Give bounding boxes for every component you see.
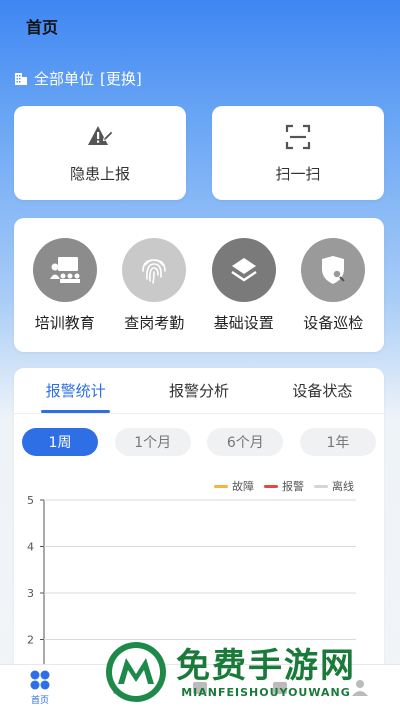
- menu-item-basic-settings[interactable]: 基础设置: [211, 237, 276, 333]
- y-tick-label: 5: [27, 494, 34, 507]
- unit-label: 全部单位: [34, 70, 95, 88]
- menu-item-attendance[interactable]: 查岗考勤: [122, 237, 187, 333]
- period-1-year[interactable]: 1年: [299, 428, 376, 456]
- fingerprint-icon: [142, 258, 167, 284]
- home-grid-icon: [30, 670, 50, 690]
- building-icon: [15, 72, 27, 85]
- shield-search-icon: [322, 255, 345, 284]
- nav-label-home: 首页: [30, 696, 49, 706]
- tab-device-status[interactable]: 设备状态: [261, 368, 384, 413]
- stats-tabs: 报警统计 报警分析 设备状态: [14, 368, 384, 414]
- menu-label-inspection: 设备巡检: [303, 313, 364, 332]
- nav-item-home[interactable]: 首页: [10, 669, 70, 706]
- menu-label-training: 培训教育: [34, 313, 95, 332]
- scan-label: 扫一扫: [275, 164, 321, 183]
- period-selector: 1周 1个月 6个月 1年: [14, 414, 384, 456]
- hazard-report-label: 隐患上报: [69, 164, 130, 183]
- layers-icon: [231, 257, 257, 281]
- menu-item-training[interactable]: 培训教育: [32, 237, 97, 333]
- training-icon: [49, 256, 80, 283]
- menu-label-basic-settings: 基础设置: [213, 313, 274, 332]
- y-tick-label: 3: [27, 587, 34, 600]
- unit-selector[interactable]: 全部单位 [更换]: [14, 68, 142, 89]
- period-6-months[interactable]: 6个月: [207, 428, 284, 456]
- tab-alarm-analysis[interactable]: 报警分析: [137, 368, 260, 413]
- unit-switch-link[interactable]: [更换]: [100, 68, 142, 89]
- period-1-week[interactable]: 1周: [22, 428, 98, 456]
- menu-label-attendance: 查岗考勤: [124, 313, 185, 332]
- tab-alarm-stats[interactable]: 报警统计: [14, 368, 137, 413]
- y-tick-label: 4: [27, 541, 34, 554]
- watermark-title: 免费手游网: [176, 645, 356, 686]
- page-title: 首页: [26, 18, 59, 37]
- period-1-month[interactable]: 1个月: [114, 428, 191, 456]
- site-watermark: 免费手游网 MIANFEISHOUYOUWANG: [104, 636, 396, 708]
- function-menu: 培训教育 查岗考勤 基础设置 设备巡检: [14, 218, 384, 352]
- hazard-report-button[interactable]: 隐患上报: [14, 106, 186, 200]
- watermark-logo-icon: [106, 642, 166, 702]
- hazard-report-icon: [88, 125, 114, 145]
- scan-button[interactable]: 扫一扫: [212, 106, 384, 200]
- menu-item-inspection[interactable]: 设备巡检: [301, 237, 366, 333]
- y-tick-label: 2: [27, 634, 34, 647]
- scan-icon: [285, 124, 311, 149]
- watermark-subtitle: MIANFEISHOUYOUWANG: [181, 685, 351, 699]
